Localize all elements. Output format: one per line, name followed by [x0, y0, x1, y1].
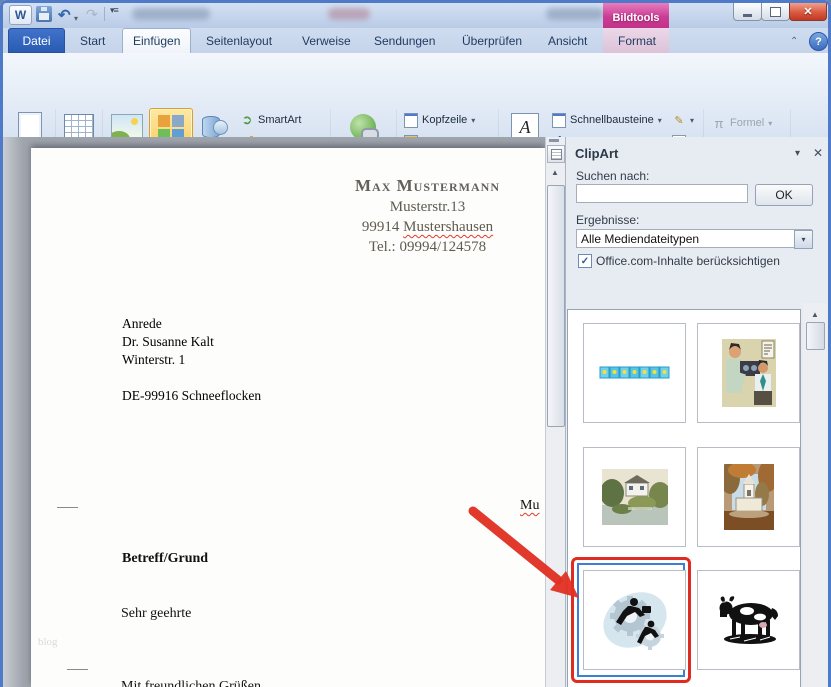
- redo-icon: ↷: [86, 6, 98, 23]
- task-pane-close-icon[interactable]: ✕: [813, 146, 823, 160]
- cow-image: [714, 594, 784, 646]
- schnellbausteine-button[interactable]: Schnellbausteine ▾: [552, 110, 662, 130]
- house-lake-image: [602, 469, 668, 525]
- church-autumn-image: [724, 464, 774, 530]
- tab-sendungen[interactable]: Sendungen: [364, 28, 445, 53]
- document-scrollbar-thumb[interactable]: [547, 185, 565, 427]
- equation-pi-icon: π: [712, 116, 726, 130]
- dropdown-icon: ▾: [658, 117, 662, 124]
- customize-qat-icon[interactable]: ▾≡: [110, 5, 118, 16]
- search-input[interactable]: [576, 184, 748, 203]
- results-scrollbar[interactable]: [803, 303, 827, 687]
- letterhead-city: 99914 Mustershausen: [300, 219, 555, 236]
- tab-ueberpruefen[interactable]: Überprüfen: [452, 28, 532, 53]
- kopfzeile-button[interactable]: Kopfzeile ▾: [404, 110, 475, 130]
- letterhead-name: Max Mustermann: [300, 176, 555, 196]
- salutation-line: Sehr geehrte: [121, 606, 191, 622]
- redacted-title-text: [328, 8, 370, 20]
- dropdown-icon: ▾: [768, 120, 772, 127]
- tab-seitenlayout[interactable]: Seitenlayout: [196, 28, 282, 53]
- media-type-select[interactable]: Alle Mediendateitypen: [576, 229, 812, 248]
- formel-button: π Formel ▾: [712, 113, 772, 133]
- minimize-button[interactable]: [733, 3, 762, 21]
- clipart-thumbnail-cow[interactable]: [697, 570, 800, 670]
- dateline-fragment: Mu: [520, 498, 539, 514]
- dropdown-icon: ▾: [690, 117, 694, 124]
- document-page[interactable]: Max Mustermann Musterstr.13 99914 Muster…: [31, 148, 545, 687]
- tab-start[interactable]: Start: [70, 28, 115, 53]
- clipart-thumbnail-film-strip[interactable]: [583, 323, 686, 423]
- results-label: Ergebnisse:: [576, 213, 639, 227]
- dropdown-icon: ▾: [471, 117, 475, 124]
- tab-ansicht[interactable]: Ansicht: [538, 28, 597, 53]
- office-content-checkbox[interactable]: ✓: [578, 254, 592, 268]
- letterhead-street: Musterstr.13: [300, 199, 555, 216]
- search-label: Suchen nach:: [576, 169, 649, 183]
- quick-parts-icon: [552, 113, 566, 127]
- signature-line-button[interactable]: ✎ ▾: [672, 110, 694, 130]
- clipart-thumbnail-eye-exam[interactable]: [697, 323, 800, 423]
- contextual-tab-group-header: Bildtools: [603, 0, 669, 28]
- word-application-icon[interactable]: W: [9, 5, 32, 25]
- collapse-ribbon-icon[interactable]: ⌃: [790, 36, 798, 47]
- title-bar: W ↶ ▾ ↷ ▾≡ Bildtools ✕: [0, 0, 831, 28]
- smartart-button[interactable]: ➲ SmartArt: [240, 110, 301, 130]
- media-type-dropdown-icon[interactable]: ▾: [794, 230, 813, 249]
- office-content-checkbox-label: Office.com-Inhalte berücksichtigen: [596, 254, 780, 268]
- task-pane-title: ClipArt: [575, 146, 618, 161]
- clipart-thumbnail-teamwork-gears[interactable]: [583, 570, 686, 670]
- qat-separator: [104, 7, 105, 21]
- clipart-thumbnail-church-autumn[interactable]: [697, 447, 800, 547]
- tab-format[interactable]: Format: [608, 28, 666, 53]
- undo-dropdown-icon[interactable]: ▾: [74, 10, 78, 27]
- subject-line: Betreff/Grund: [122, 551, 208, 567]
- signature-line-icon: ✎: [672, 113, 686, 127]
- split-handle[interactable]: [549, 139, 559, 142]
- close-button[interactable]: ✕: [789, 3, 827, 21]
- letterhead-block: Max Mustermann Musterstr.13 99914 Muster…: [300, 176, 555, 256]
- word-window: W ↶ ▾ ↷ ▾≡ Bildtools ✕ Datei Start Einfü…: [0, 0, 831, 687]
- tab-einfuegen[interactable]: Einfügen: [122, 28, 191, 53]
- scroll-up-arrow-icon[interactable]: ▲: [547, 164, 563, 180]
- clipart-thumbnail-house-lake[interactable]: [583, 447, 686, 547]
- recipient-salutation-line: Anrede: [122, 315, 261, 333]
- tab-verweise[interactable]: Verweise: [292, 28, 361, 53]
- teamwork-gears-image: [598, 580, 672, 660]
- film-strip-image: [599, 365, 671, 381]
- ruler-toggle-icon[interactable]: [547, 145, 565, 163]
- fold-mark: [67, 669, 88, 670]
- save-icon[interactable]: [36, 6, 52, 22]
- help-icon[interactable]: ?: [809, 32, 828, 51]
- results-scroll-up-icon[interactable]: ▲: [807, 306, 823, 322]
- task-pane-menu-icon[interactable]: ▾: [795, 148, 800, 159]
- header-icon: [404, 113, 418, 127]
- undo-icon[interactable]: ↶: [58, 6, 71, 23]
- redacted-title-text: [132, 8, 210, 20]
- results-scrollbar-thumb[interactable]: [806, 322, 825, 350]
- ok-button[interactable]: OK: [755, 184, 813, 206]
- letterhead-phone: Tel.: 09994/124578: [300, 239, 555, 256]
- recipient-city-line: DE-99916 Schneeflocken: [122, 387, 261, 405]
- maximize-button[interactable]: [761, 3, 790, 21]
- eye-exam-image: [722, 339, 776, 407]
- recipient-name-line: Dr. Susanne Kalt: [122, 333, 261, 351]
- redacted-title-text: [546, 8, 604, 20]
- recipient-street-line: Winterstr. 1: [122, 351, 261, 369]
- fold-mark: [57, 507, 78, 508]
- ribbon: Seiten ▾ Tabelle ▾ Tabellen Grafik ClipA…: [0, 53, 831, 138]
- watermark-text: blog: [38, 636, 58, 648]
- recipient-address: Anrede Dr. Susanne Kalt Winterstr. 1 DE-…: [122, 315, 261, 405]
- tab-datei[interactable]: Datei: [8, 28, 65, 53]
- closing-line-clipped: Mit freundlichen Grüßen: [121, 679, 261, 687]
- smartart-icon: ➲: [240, 113, 254, 127]
